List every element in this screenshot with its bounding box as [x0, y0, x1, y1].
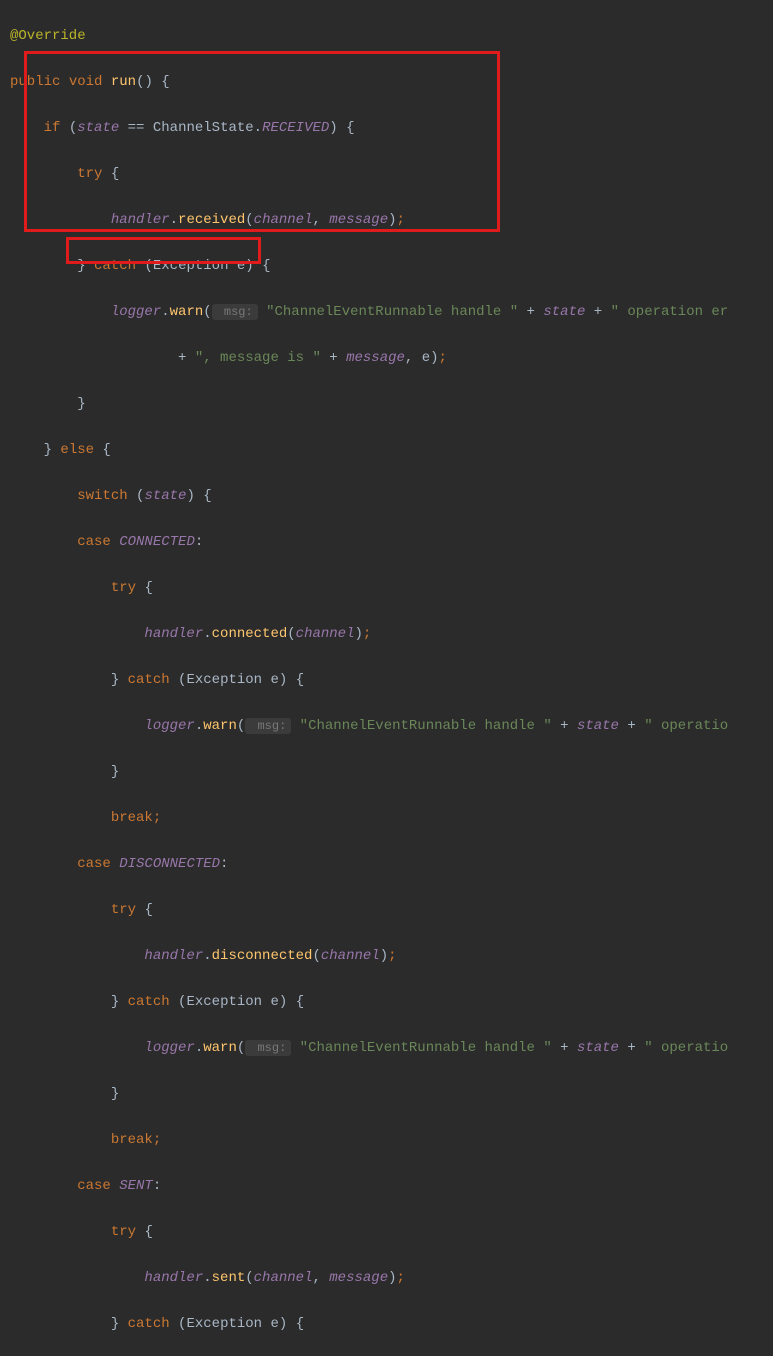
code-line: }	[0, 1083, 773, 1106]
parameter-hint: msg:	[245, 1040, 291, 1056]
code-line: handler.disconnected(channel);	[0, 945, 773, 968]
code-line: } else {	[0, 439, 773, 462]
code-line: } catch (Exception e) {	[0, 669, 773, 692]
code-line: @Override	[0, 25, 773, 48]
parameter-hint: msg:	[245, 718, 291, 734]
parameter-hint: msg:	[212, 304, 258, 320]
annotation-override: @Override	[10, 28, 86, 44]
code-line: case CONNECTED:	[0, 531, 773, 554]
code-line: case SENT:	[0, 1175, 773, 1198]
code-line: } catch (Exception e) {	[0, 255, 773, 278]
code-line: + ", message is " + message, e);	[0, 347, 773, 370]
code-editor-view[interactable]: @Override public void run() { if (state …	[0, 2, 773, 1356]
code-line: try {	[0, 1221, 773, 1244]
code-line: public void run() {	[0, 71, 773, 94]
code-line: logger.warn( msg: "ChannelEventRunnable …	[0, 301, 773, 324]
code-line: handler.connected(channel);	[0, 623, 773, 646]
code-line: break;	[0, 1129, 773, 1152]
code-line: case DISCONNECTED:	[0, 853, 773, 876]
code-line: }	[0, 393, 773, 416]
code-line: logger.warn( msg: "ChannelEventRunnable …	[0, 1037, 773, 1060]
code-line: handler.received(channel, message);	[0, 209, 773, 232]
code-line: try {	[0, 577, 773, 600]
code-line: } catch (Exception e) {	[0, 991, 773, 1014]
code-line: handler.sent(channel, message);	[0, 1267, 773, 1290]
code-line: }	[0, 761, 773, 784]
code-line: } catch (Exception e) {	[0, 1313, 773, 1336]
code-line: logger.warn( msg: "ChannelEventRunnable …	[0, 715, 773, 738]
code-line: try {	[0, 899, 773, 922]
code-line: switch (state) {	[0, 485, 773, 508]
code-line: if (state == ChannelState.RECEIVED) {	[0, 117, 773, 140]
code-line: try {	[0, 163, 773, 186]
code-line: break;	[0, 807, 773, 830]
